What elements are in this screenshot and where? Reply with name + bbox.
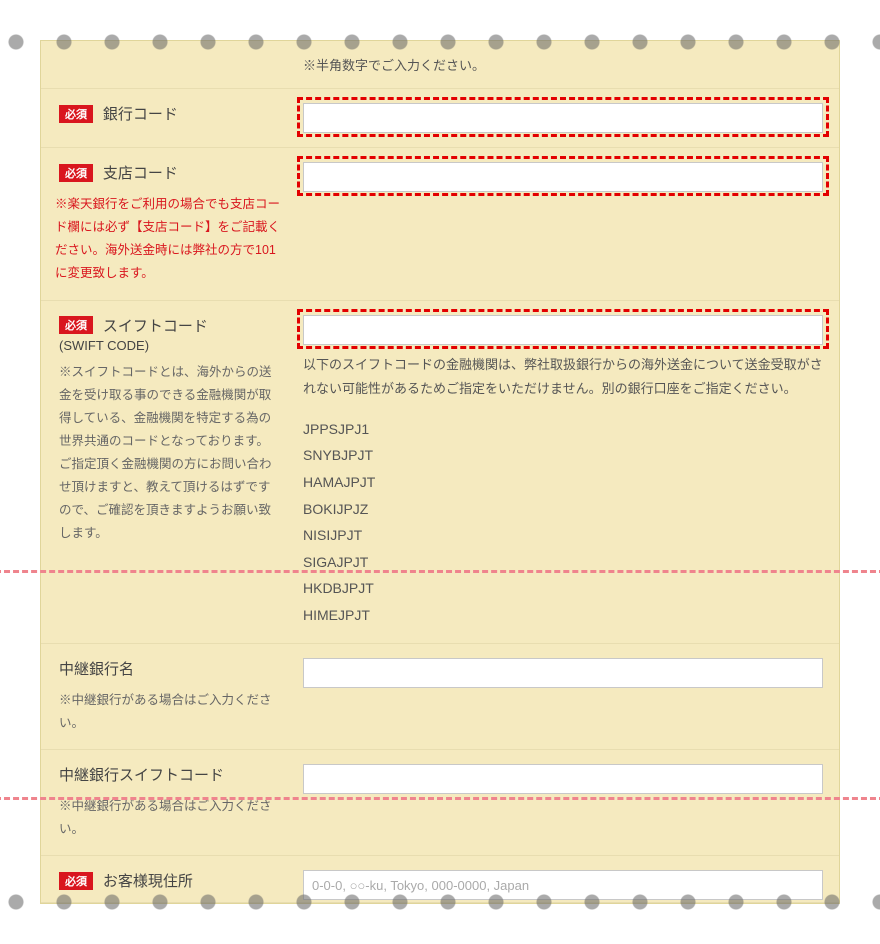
hanbyou-note-cell: ※半角数字でご入力ください。 [293,41,839,88]
swift-code-item: HAMAJPJT [303,469,823,496]
bank-code-label: 銀行コード [103,106,178,123]
label-cell-empty [41,41,293,88]
row-hanbyou-note: ※半角数字でご入力ください。 [41,41,839,89]
row-swift: 必須 スイフトコード (SWIFT CODE) ※スイフトコードとは、海外からの… [41,301,839,644]
input-cell-bank-code [293,89,839,147]
address-input[interactable] [303,870,823,900]
swift-code-item: HIMEJPJT [303,602,823,629]
label-cell-relay-bank-name: 中継銀行名 ※中継銀行がある場合はご入力ください。 [41,644,293,749]
row-address: 必須 お客様現住所 [41,856,839,903]
input-cell-relay-bank-swift [293,750,839,855]
relay-bank-name-input[interactable] [303,658,823,688]
swift-label: スイフトコード [103,318,208,335]
input-cell-branch-code [293,148,839,300]
row-relay-bank-name: 中継銀行名 ※中継銀行がある場合はご入力ください。 [41,644,839,750]
input-cell-relay-bank-name [293,644,839,749]
swift-code-item: BOKIJPJZ [303,496,823,523]
row-bank-code: 必須 銀行コード [41,89,839,148]
input-cell-swift: 以下のスイフトコードの金融機関は、弊社取扱銀行からの海外送金について送金受取がさ… [293,301,839,643]
label-cell-relay-bank-swift: 中継銀行スイフトコード ※中継銀行がある場合はご入力ください。 [41,750,293,855]
relay-bank-swift-label: 中継銀行スイフトコード [59,767,224,784]
swift-sublabel: (SWIFT CODE) [59,338,281,353]
relay-bank-swift-input[interactable] [303,764,823,794]
row-branch-code: 必須 支店コード ※楽天銀行をご利用の場合でも支店コード欄には必ず【支店コード】… [41,148,839,301]
swift-help: ※スイフトコードとは、海外からの送金を受け取る事のできる金融機関が取得している、… [59,361,281,546]
relay-bank-swift-help: ※中継銀行がある場合はご入力ください。 [59,795,281,841]
swift-code-item: JPPSJPJ1 [303,416,823,443]
required-badge: 必須 [59,105,93,123]
swift-code-item: NISIJPJT [303,522,823,549]
branch-code-input[interactable] [303,162,823,192]
label-cell-address: 必須 お客様現住所 [41,856,293,902]
swift-code-item: HKDBJPJT [303,575,823,602]
form-container: ※半角数字でご入力ください。 必須 銀行コード 必須 支店コード ※楽天銀行をご… [40,40,840,904]
input-cell-address [293,856,839,902]
hanbyou-note-text: ※半角数字でご入力ください。 [303,58,485,73]
branch-code-label: 支店コード [103,165,178,182]
label-cell-branch-code: 必須 支店コード ※楽天銀行をご利用の場合でも支店コード欄には必ず【支店コード】… [41,148,293,300]
swift-code-item: SNYBJPJT [303,442,823,469]
label-cell-swift: 必須 スイフトコード (SWIFT CODE) ※スイフトコードとは、海外からの… [41,301,293,643]
swift-code-item: SIGAJPJT [303,549,823,576]
swift-codes-list: JPPSJPJ1 SNYBJPJT HAMAJPJT BOKIJPJZ NISI… [303,416,823,629]
wave-bottom [0,900,880,944]
swift-note: 以下のスイフトコードの金融機関は、弊社取扱銀行からの海外送金について送金受取がさ… [303,353,823,402]
required-badge: 必須 [59,164,93,182]
bank-code-input[interactable] [303,103,823,133]
row-relay-bank-swift: 中継銀行スイフトコード ※中継銀行がある場合はご入力ください。 [41,750,839,856]
branch-code-help: ※楽天銀行をご利用の場合でも支店コード欄には必ず【支店コード】をご記載ください。… [55,193,281,286]
address-label: お客様現住所 [103,873,193,890]
required-badge: 必須 [59,316,93,334]
wave-top [0,0,880,44]
required-badge: 必須 [59,872,93,890]
swift-input[interactable] [303,315,823,345]
relay-bank-name-help: ※中継銀行がある場合はご入力ください。 [59,689,281,735]
relay-bank-name-label: 中継銀行名 [59,661,134,678]
label-cell-bank-code: 必須 銀行コード [41,89,293,147]
